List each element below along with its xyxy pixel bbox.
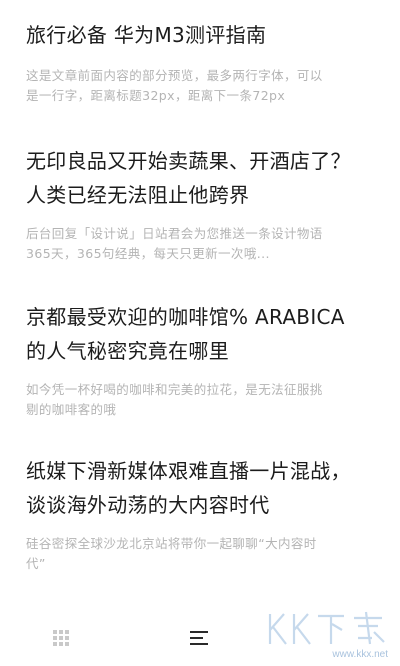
list-icon[interactable] <box>190 631 208 646</box>
kk-logo-icon <box>268 611 385 645</box>
article-item[interactable]: 京都最受欢迎的咖啡馆% ARABICA 的人气秘密究竟在哪里 如今凭一杯好喝的咖… <box>26 300 376 420</box>
article-item[interactable]: 旅行必备 华为M3测评指南 这是文章前面内容的部分预览，最多两行字体，可以 是一… <box>26 18 376 106</box>
article-title: 纸媒下滑新媒体艰难直播一片混战， 谈谈海外动荡的大内容时代 <box>26 459 351 517</box>
article-item[interactable]: 无印良品又开始卖蔬果、开酒店了？ 人类已经无法阻止他跨界 后台回复「设计说」日站… <box>26 144 376 264</box>
article-preview: 如今凭一杯好喝的咖啡和完美的拉花，是无法征服挑 剔的咖啡客的哦 <box>26 382 323 417</box>
site-watermark-logo: www.kkx.net <box>262 608 392 660</box>
article-preview: 硅谷密探全球沙龙北京站将带你一起聊聊“大内容时 代” <box>26 536 317 571</box>
watermark-site-text: www.kkx.net <box>332 649 388 660</box>
article-item[interactable]: 纸媒下滑新媒体艰难直播一片混战， 谈谈海外动荡的大内容时代 硅谷密探全球沙龙北京… <box>26 454 376 574</box>
article-title: 旅行必备 华为M3测评指南 <box>26 23 267 47</box>
article-feed[interactable]: 旅行必备 华为M3测评指南 这是文章前面内容的部分预览，最多两行字体，可以 是一… <box>0 0 400 612</box>
article-preview: 这是文章前面内容的部分预览，最多两行字体，可以 是一行字，距离标题32px，距离… <box>26 68 323 103</box>
article-title: 京都最受欢迎的咖啡馆% ARABICA 的人气秘密究竟在哪里 <box>26 305 345 363</box>
grid-icon[interactable] <box>53 630 69 646</box>
article-title: 无印良品又开始卖蔬果、开酒店了？ 人类已经无法阻止他跨界 <box>26 149 351 207</box>
article-preview: 后台回复「设计说」日站君会为您推送一条设计物语 365天，365句经典，每天只更… <box>26 226 323 261</box>
